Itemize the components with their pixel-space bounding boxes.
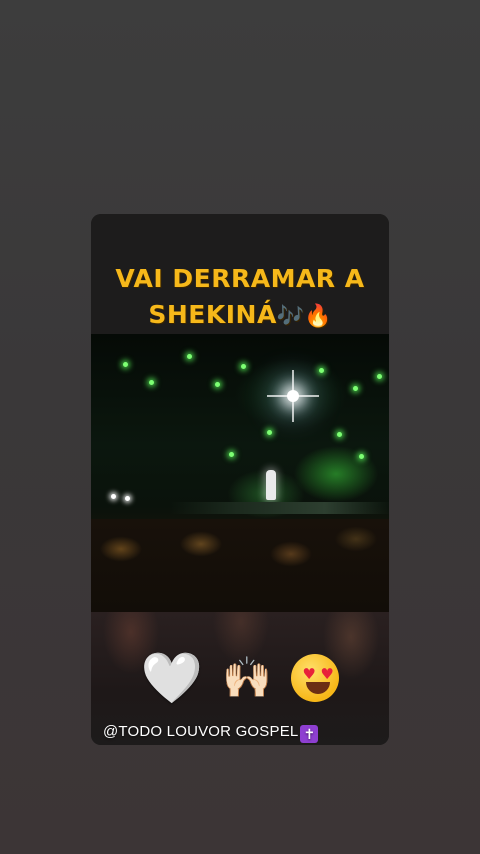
stage-light <box>337 432 342 437</box>
stage-light <box>241 364 246 369</box>
stage-light <box>123 362 128 367</box>
stage-spotlight <box>287 370 299 422</box>
title-line-2-text: SHEKINÁ <box>148 300 277 329</box>
latin-cross-icon: ✝ <box>300 725 319 743</box>
reactions-section: 🤍 🙌🏻 ♥ ♥ @TODO LOUVOR GOSPEL ✝ <box>91 612 389 745</box>
heart-eye-left-icon: ♥ <box>302 664 316 683</box>
concert-video[interactable] <box>91 334 389 612</box>
heart-eye-right-icon: ♥ <box>320 664 334 683</box>
heart-eyes-face-icon: ♥ ♥ <box>291 653 340 702</box>
music-fire-emoji-icon: 🎶🔥 <box>276 304 332 329</box>
stage-light <box>267 430 272 435</box>
reaction-emojis: 🤍 🙌🏻 ♥ ♥ <box>91 650 389 703</box>
stage-light <box>215 382 220 387</box>
story-card[interactable]: VAI DERRAMAR A SHEKINÁ🎶🔥 🤍 🙌🏻 ♥ ♥ @TODO … <box>91 214 389 745</box>
stage-light <box>359 454 364 459</box>
account-handle-text: @TODO LOUVOR GOSPEL <box>103 723 299 740</box>
stage-light <box>187 354 192 359</box>
stage-light <box>125 496 130 501</box>
raising-hands-icon: 🙌🏻 <box>222 654 273 701</box>
title-line-2: SHEKINÁ🎶🔥 <box>91 300 389 329</box>
title-line-1: VAI DERRAMAR A <box>115 264 365 293</box>
singer-figure <box>266 470 276 500</box>
stage-floor <box>171 502 389 514</box>
stage-light <box>229 452 234 457</box>
stage-light <box>353 386 358 391</box>
title-block: VAI DERRAMAR A SHEKINÁ🎶🔥 <box>91 214 389 334</box>
stage-light <box>111 494 116 499</box>
stage-light <box>149 380 154 385</box>
stage-light <box>377 374 382 379</box>
smile-mouth <box>306 681 331 694</box>
white-heart-icon: 🤍 <box>140 648 203 707</box>
account-handle[interactable]: @TODO LOUVOR GOSPEL ✝ <box>103 723 319 743</box>
crowd <box>91 519 389 612</box>
stage-light <box>319 368 324 373</box>
